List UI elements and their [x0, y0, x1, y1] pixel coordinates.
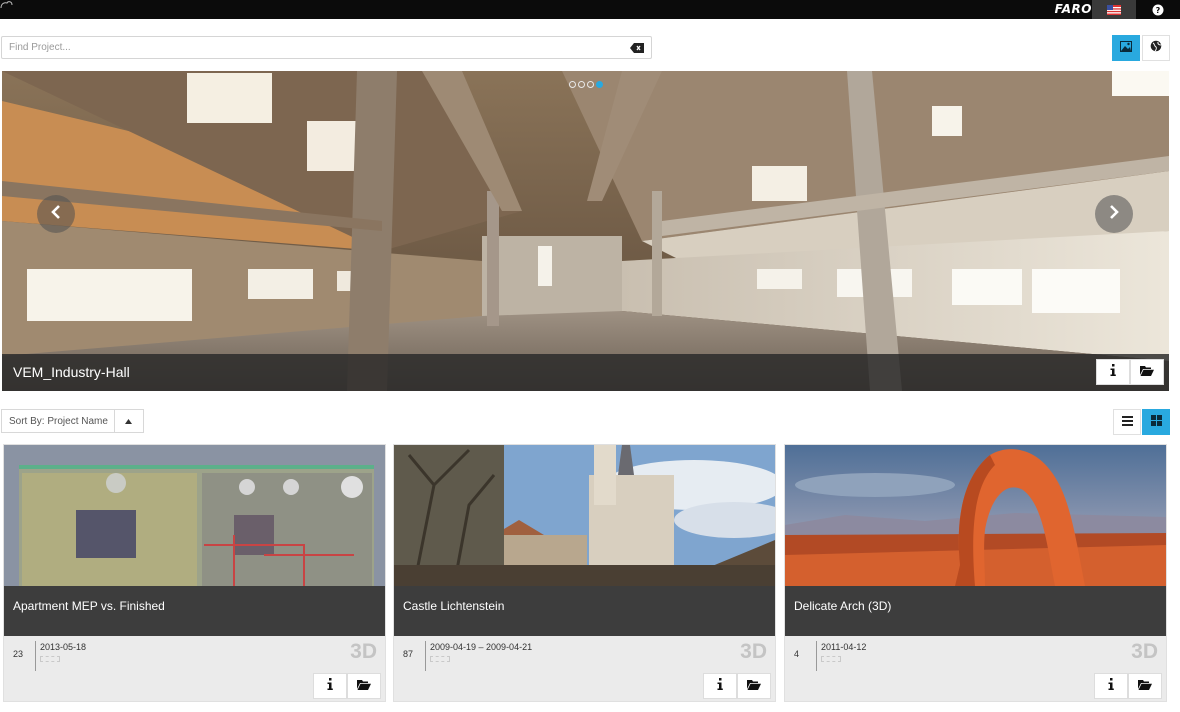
featured-caption: VEM_Industry-Hall [2, 354, 1169, 391]
info-icon [1110, 363, 1116, 381]
project-actions [1094, 673, 1162, 699]
svg-text:?: ? [1156, 6, 1161, 15]
carousel-dot[interactable] [587, 81, 594, 88]
map-view-button[interactable] [1142, 35, 1170, 61]
globe-icon [1150, 39, 1162, 57]
project-thumbnail[interactable] [394, 445, 775, 586]
project-info-button[interactable] [1094, 673, 1128, 699]
featured-project-title[interactable]: VEM_Industry-Hall [13, 364, 130, 380]
featured-info-button[interactable] [1096, 359, 1130, 385]
project-open-button[interactable] [347, 673, 381, 699]
clear-search-icon[interactable] [627, 41, 647, 55]
featured-open-button[interactable] [1130, 359, 1164, 385]
progress-placeholder [821, 656, 841, 662]
carousel-indicators [569, 81, 603, 88]
caret-up-icon[interactable] [115, 410, 143, 432]
progress-placeholder [430, 656, 450, 662]
project-name[interactable]: Apartment MEP vs. Finished [13, 599, 165, 613]
top-bar: FARO ? [0, 0, 1180, 19]
folder-open-icon [357, 677, 371, 695]
sort-control[interactable]: Sort By: Project Name [1, 409, 144, 433]
help-icon[interactable]: ? [1136, 0, 1180, 19]
industry-hall-panorama [2, 71, 1169, 391]
carousel-next-button[interactable] [1095, 195, 1133, 233]
list-layout-button[interactable] [1113, 409, 1141, 435]
project-card[interactable]: Apartment MEP vs. Finished 23 2013-05-18… [3, 444, 386, 702]
project-name[interactable]: Castle Lichtenstein [403, 599, 504, 613]
project-info-button[interactable] [703, 673, 737, 699]
project-search [1, 36, 652, 59]
grid-layout-button[interactable] [1142, 409, 1170, 435]
carousel-dot[interactable] [578, 81, 585, 88]
folder-open-icon [747, 677, 761, 695]
scan-count: 23 [9, 641, 36, 671]
folder-open-icon [1140, 363, 1154, 381]
scan-count: 87 [399, 641, 426, 671]
project-actions [313, 673, 381, 699]
project-actions [703, 673, 771, 699]
carousel-dot-active[interactable] [596, 81, 603, 88]
info-icon [327, 677, 333, 695]
image-view-button[interactable] [1112, 35, 1140, 61]
image-icon [1120, 39, 1132, 57]
project-type-badge: 3D [1131, 640, 1158, 663]
folder-open-icon [1138, 677, 1152, 695]
project-date: 2009-04-19 – 2009-04-21 [430, 642, 533, 652]
project-open-button[interactable] [737, 673, 771, 699]
project-card[interactable]: Castle Lichtenstein 87 2009-04-19 – 2009… [393, 444, 776, 702]
info-icon [1108, 677, 1114, 695]
project-name[interactable]: Delicate Arch (3D) [794, 599, 891, 613]
search-input[interactable] [2, 37, 622, 58]
chevron-right-icon [1108, 204, 1120, 225]
project-date: 2011-04-12 [821, 642, 867, 652]
project-thumbnail[interactable] [4, 445, 385, 586]
featured-actions [1096, 359, 1164, 385]
sort-label[interactable]: Sort By: Project Name [2, 410, 115, 432]
info-icon [717, 677, 723, 695]
grid-icon [1150, 413, 1162, 431]
carousel-dot[interactable] [569, 81, 576, 88]
project-type-badge: 3D [740, 640, 767, 663]
list-icon [1121, 413, 1133, 431]
featured-project-carousel: VEM_Industry-Hall [2, 71, 1169, 391]
project-info-button[interactable] [313, 673, 347, 699]
project-thumbnail[interactable] [785, 445, 1166, 586]
progress-placeholder [40, 656, 60, 662]
us-flag-icon[interactable] [1092, 0, 1136, 19]
project-type-badge: 3D [350, 640, 377, 663]
carousel-prev-button[interactable] [37, 195, 75, 233]
cloud-home-icon[interactable] [0, 0, 14, 16]
faro-logo: FARO [1054, 2, 1092, 16]
project-date: 2013-05-18 [40, 642, 87, 652]
project-card[interactable]: Delicate Arch (3D) 4 2011-04-12 3D [784, 444, 1167, 702]
project-open-button[interactable] [1128, 673, 1162, 699]
chevron-left-icon [50, 204, 62, 225]
scan-count: 4 [790, 641, 817, 671]
